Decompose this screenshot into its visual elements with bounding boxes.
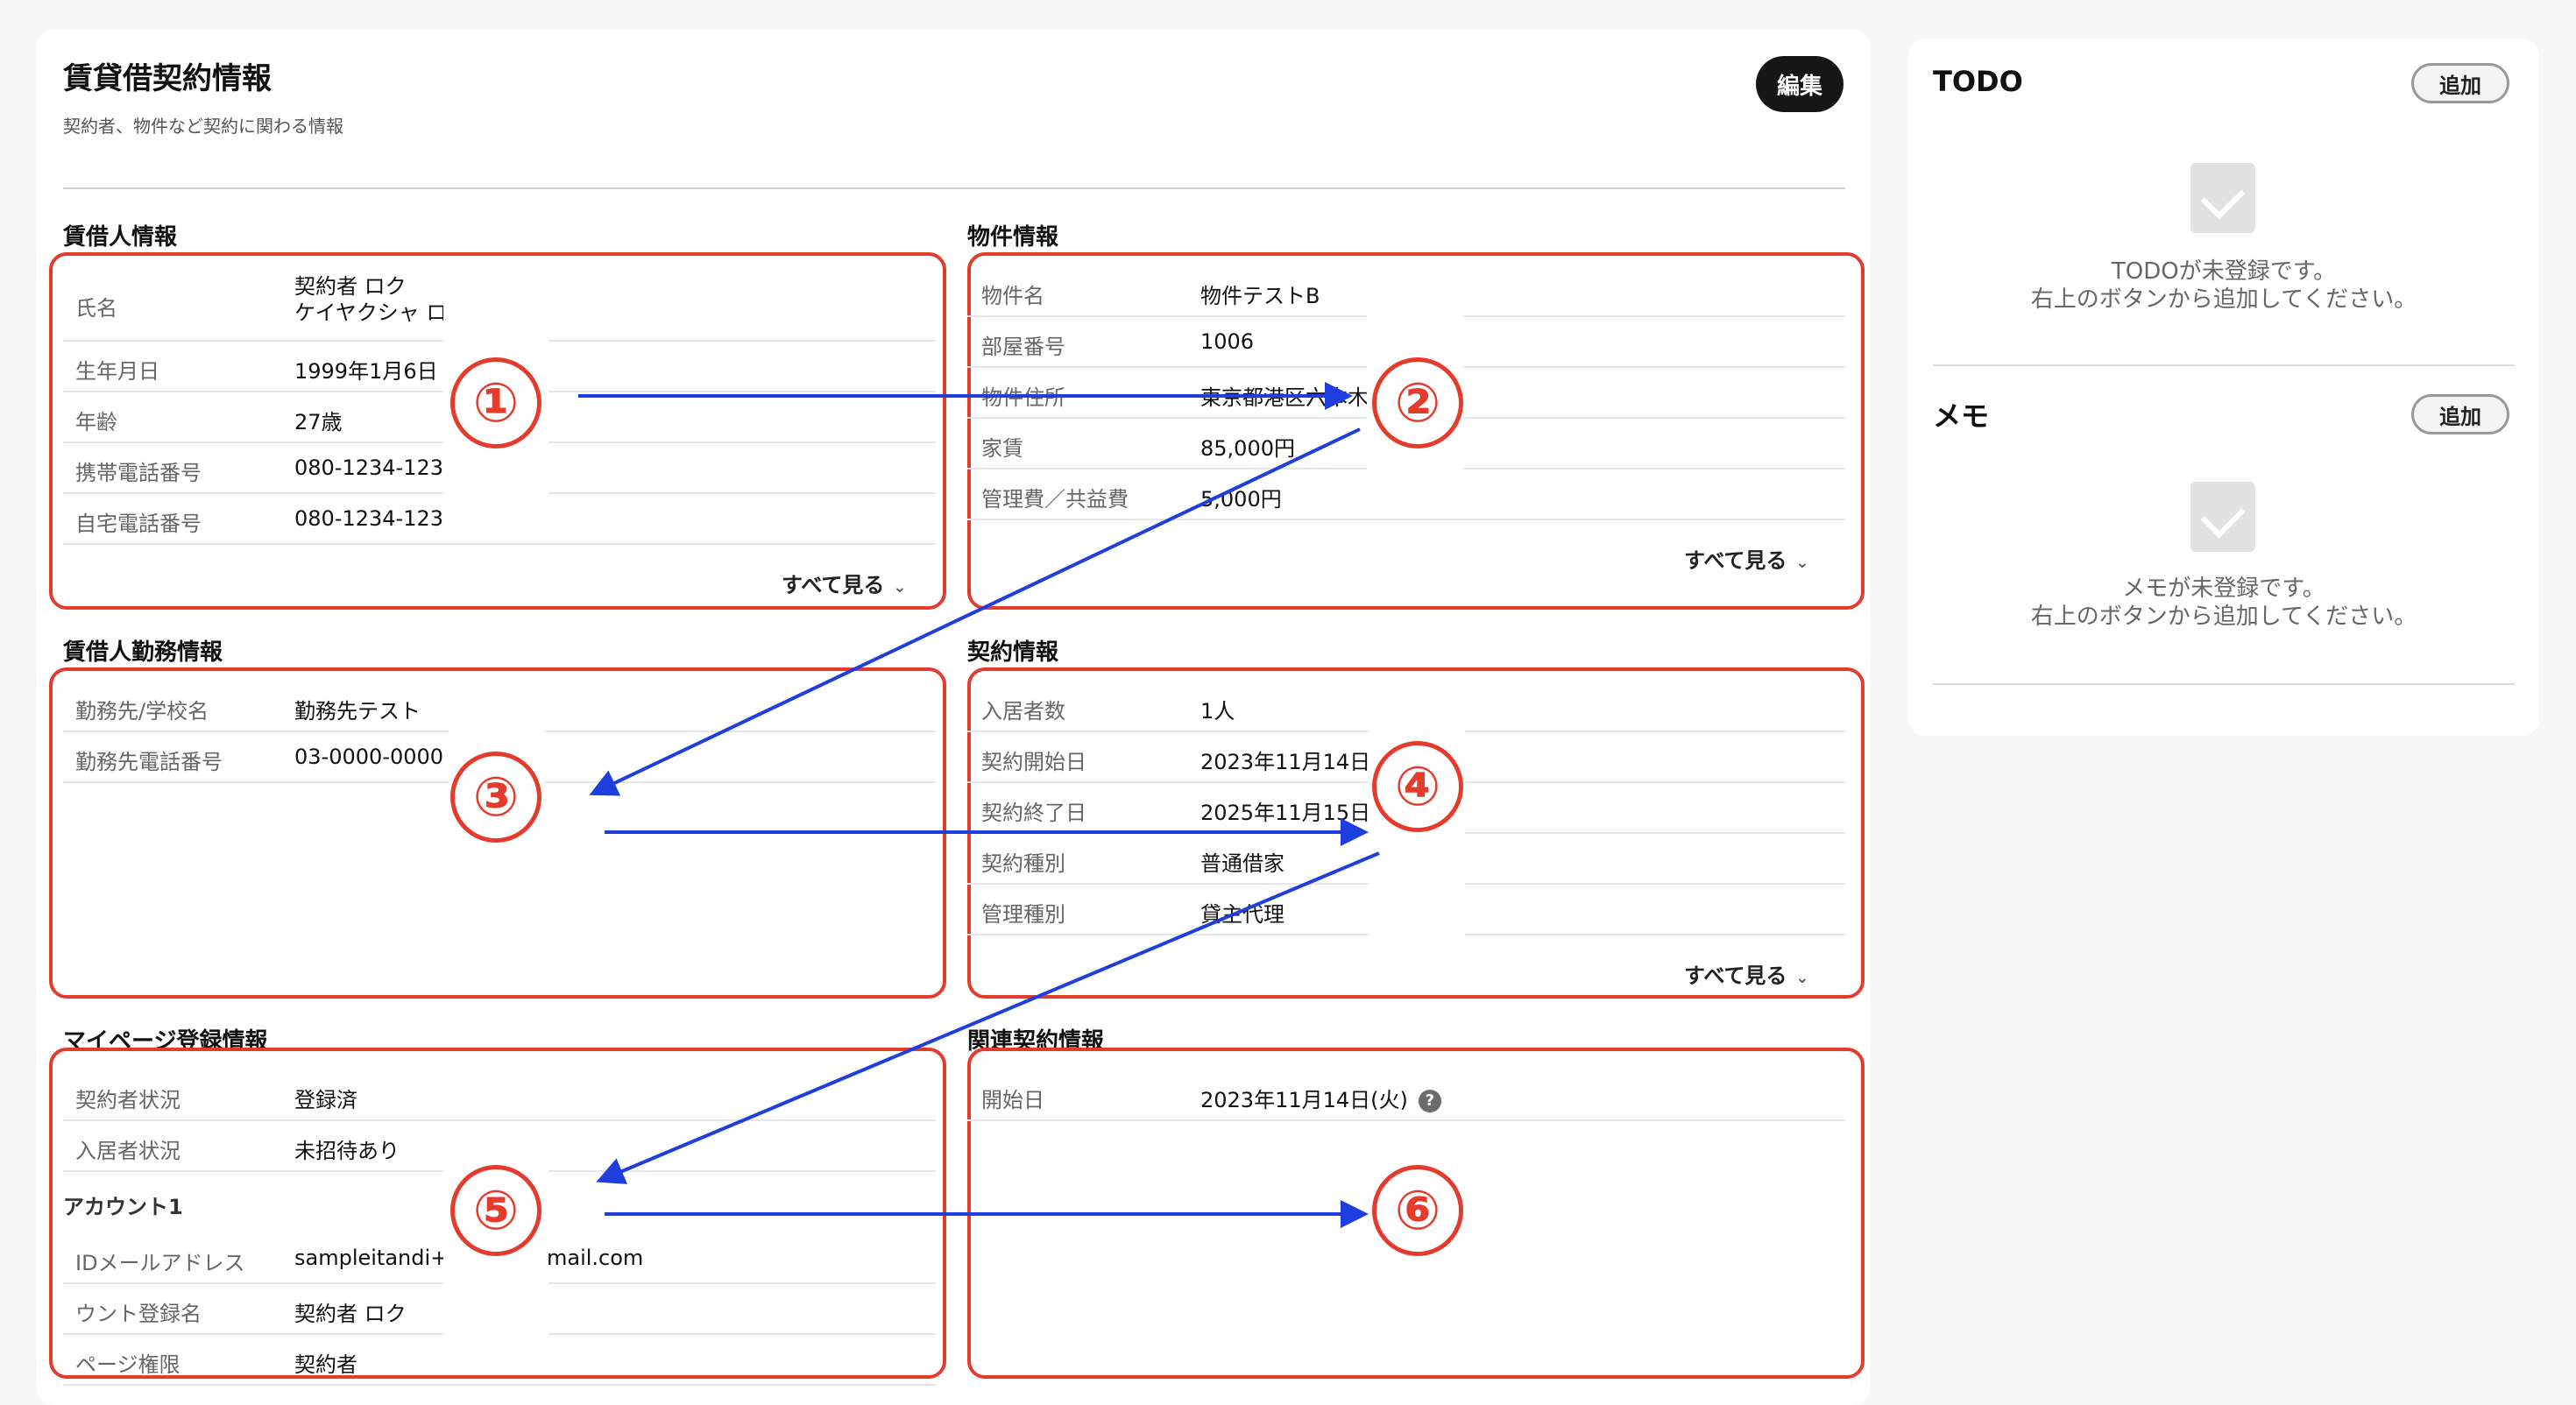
annotation-3: ③ <box>450 752 541 843</box>
annotation-2: ② <box>1372 357 1463 448</box>
arrow-4-to-5 <box>596 851 1380 1184</box>
annotation-arrows <box>578 382 1380 1228</box>
annotation-1: ① <box>450 357 541 448</box>
annotation-5: ⑤ <box>450 1165 541 1256</box>
arrow-2-to-3 <box>589 427 1361 796</box>
annotation-6: ⑥ <box>1372 1165 1463 1256</box>
annotation-4: ④ <box>1372 741 1463 832</box>
